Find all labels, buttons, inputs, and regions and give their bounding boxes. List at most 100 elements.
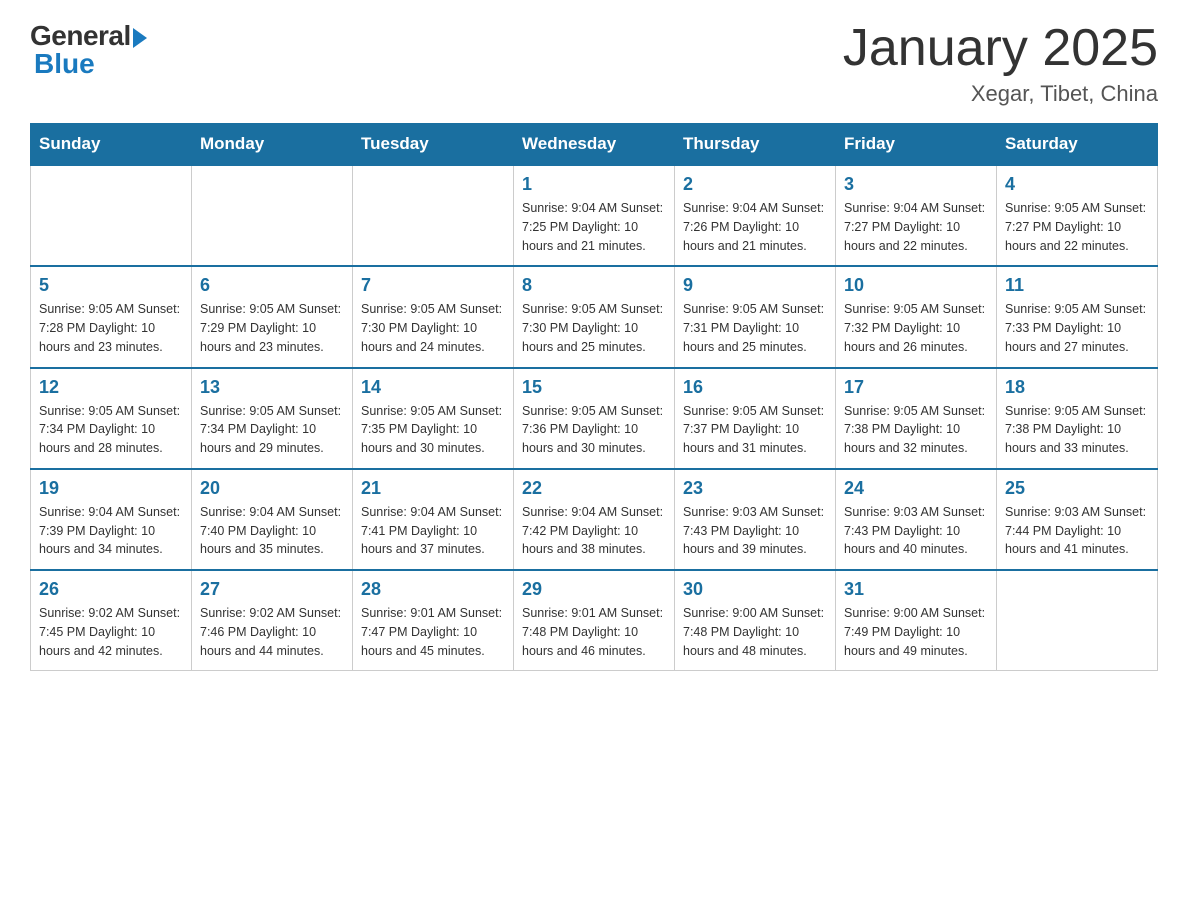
day-info: Sunrise: 9:01 AM Sunset: 7:47 PM Dayligh… [361,604,505,660]
day-number: 23 [683,478,827,499]
weekday-header-sunday: Sunday [31,124,192,166]
weekday-header-wednesday: Wednesday [514,124,675,166]
title-block: January 2025 Xegar, Tibet, China [843,20,1158,107]
calendar-cell: 22 Sunrise: 9:04 AM Sunset: 7:42 PM Dayli… [514,469,675,570]
day-number: 7 [361,275,505,296]
logo: General Blue [30,20,147,80]
calendar-cell: 13 Sunrise: 9:05 AM Sunset: 7:34 PM Dayli… [192,368,353,469]
day-number: 10 [844,275,988,296]
calendar-cell: 9Sunrise: 9:05 AM Sunset: 7:31 PM Daylig… [675,266,836,367]
calendar-cell: 28Sunrise: 9:01 AM Sunset: 7:47 PM Dayli… [353,570,514,671]
day-info: Sunrise: 9:05 AM Sunset: 7:37 PM Dayligh… [683,402,827,458]
day-info: Sunrise: 9:05 AM Sunset: 7:28 PM Dayligh… [39,300,183,356]
day-info: Sunrise: 9:04 AM Sunset: 7:39 PM Dayligh… [39,503,183,559]
calendar-cell: 4 Sunrise: 9:05 AM Sunset: 7:27 PM Daylig… [997,165,1158,266]
calendar-week-row: 12Sunrise: 9:05 AM Sunset: 7:34 PM Dayli… [31,368,1158,469]
day-number: 24 [844,478,988,499]
day-info: Sunrise: 9:04 AM Sunset: 7:41 PM Dayligh… [361,503,505,559]
calendar-cell: 20 Sunrise: 9:04 AM Sunset: 7:40 PM Dayli… [192,469,353,570]
day-info: Sunrise: 9:03 AM Sunset: 7:44 PM Dayligh… [1005,503,1149,559]
calendar-cell: 5 Sunrise: 9:05 AM Sunset: 7:28 PM Daylig… [31,266,192,367]
calendar-table: SundayMondayTuesdayWednesdayThursdayFrid… [30,123,1158,671]
calendar-week-row: 19 Sunrise: 9:04 AM Sunset: 7:39 PM Dayli… [31,469,1158,570]
calendar-cell: 23Sunrise: 9:03 AM Sunset: 7:43 PM Dayli… [675,469,836,570]
weekday-header-saturday: Saturday [997,124,1158,166]
day-number: 26 [39,579,183,600]
calendar-cell [997,570,1158,671]
day-number: 29 [522,579,666,600]
calendar-cell: 15Sunrise: 9:05 AM Sunset: 7:36 PM Dayli… [514,368,675,469]
day-info: Sunrise: 9:05 AM Sunset: 7:32 PM Dayligh… [844,300,988,356]
calendar-cell [192,165,353,266]
calendar-cell: 26 Sunrise: 9:02 AM Sunset: 7:45 PM Dayli… [31,570,192,671]
day-number: 1 [522,174,666,195]
day-info: Sunrise: 9:05 AM Sunset: 7:38 PM Dayligh… [844,402,988,458]
day-number: 9 [683,275,827,296]
page-header: General Blue January 2025 Xegar, Tibet, … [30,20,1158,107]
day-number: 6 [200,275,344,296]
day-info: Sunrise: 9:05 AM Sunset: 7:30 PM Dayligh… [522,300,666,356]
day-info: Sunrise: 9:05 AM Sunset: 7:38 PM Dayligh… [1005,402,1149,458]
day-number: 20 [200,478,344,499]
day-info: Sunrise: 9:00 AM Sunset: 7:48 PM Dayligh… [683,604,827,660]
day-number: 16 [683,377,827,398]
calendar-cell [31,165,192,266]
day-number: 27 [200,579,344,600]
weekday-header-tuesday: Tuesday [353,124,514,166]
calendar-cell: 6 Sunrise: 9:05 AM Sunset: 7:29 PM Daylig… [192,266,353,367]
day-info: Sunrise: 9:05 AM Sunset: 7:34 PM Dayligh… [200,402,344,458]
day-info: Sunrise: 9:05 AM Sunset: 7:30 PM Dayligh… [361,300,505,356]
day-number: 21 [361,478,505,499]
calendar-cell: 2 Sunrise: 9:04 AM Sunset: 7:26 PM Daylig… [675,165,836,266]
day-number: 17 [844,377,988,398]
day-info: Sunrise: 9:05 AM Sunset: 7:33 PM Dayligh… [1005,300,1149,356]
day-number: 4 [1005,174,1149,195]
calendar-cell: 12Sunrise: 9:05 AM Sunset: 7:34 PM Dayli… [31,368,192,469]
day-info: Sunrise: 9:02 AM Sunset: 7:46 PM Dayligh… [200,604,344,660]
day-info: Sunrise: 9:04 AM Sunset: 7:25 PM Dayligh… [522,199,666,255]
day-number: 25 [1005,478,1149,499]
day-info: Sunrise: 9:05 AM Sunset: 7:27 PM Dayligh… [1005,199,1149,255]
calendar-week-row: 26 Sunrise: 9:02 AM Sunset: 7:45 PM Dayli… [31,570,1158,671]
day-number: 18 [1005,377,1149,398]
day-info: Sunrise: 9:04 AM Sunset: 7:40 PM Dayligh… [200,503,344,559]
day-number: 31 [844,579,988,600]
day-info: Sunrise: 9:05 AM Sunset: 7:29 PM Dayligh… [200,300,344,356]
main-title: January 2025 [843,20,1158,77]
calendar-cell: 10 Sunrise: 9:05 AM Sunset: 7:32 PM Dayli… [836,266,997,367]
day-info: Sunrise: 9:04 AM Sunset: 7:26 PM Dayligh… [683,199,827,255]
day-info: Sunrise: 9:05 AM Sunset: 7:35 PM Dayligh… [361,402,505,458]
logo-blue-text: Blue [30,48,95,80]
day-number: 13 [200,377,344,398]
day-info: Sunrise: 9:00 AM Sunset: 7:49 PM Dayligh… [844,604,988,660]
calendar-cell: 8 Sunrise: 9:05 AM Sunset: 7:30 PM Daylig… [514,266,675,367]
day-number: 19 [39,478,183,499]
day-info: Sunrise: 9:05 AM Sunset: 7:34 PM Dayligh… [39,402,183,458]
day-number: 5 [39,275,183,296]
day-info: Sunrise: 9:04 AM Sunset: 7:42 PM Dayligh… [522,503,666,559]
day-info: Sunrise: 9:01 AM Sunset: 7:48 PM Dayligh… [522,604,666,660]
day-number: 8 [522,275,666,296]
calendar-cell: 3Sunrise: 9:04 AM Sunset: 7:27 PM Daylig… [836,165,997,266]
calendar-cell: 18 Sunrise: 9:05 AM Sunset: 7:38 PM Dayli… [997,368,1158,469]
day-number: 2 [683,174,827,195]
calendar-cell: 7 Sunrise: 9:05 AM Sunset: 7:30 PM Daylig… [353,266,514,367]
calendar-cell: 11Sunrise: 9:05 AM Sunset: 7:33 PM Dayli… [997,266,1158,367]
weekday-header-row: SundayMondayTuesdayWednesdayThursdayFrid… [31,124,1158,166]
calendar-cell: 1 Sunrise: 9:04 AM Sunset: 7:25 PM Daylig… [514,165,675,266]
calendar-cell: 24 Sunrise: 9:03 AM Sunset: 7:43 PM Dayli… [836,469,997,570]
calendar-cell: 29 Sunrise: 9:01 AM Sunset: 7:48 PM Dayli… [514,570,675,671]
calendar-cell: 14 Sunrise: 9:05 AM Sunset: 7:35 PM Dayli… [353,368,514,469]
location-subtitle: Xegar, Tibet, China [843,81,1158,107]
day-info: Sunrise: 9:05 AM Sunset: 7:36 PM Dayligh… [522,402,666,458]
day-info: Sunrise: 9:03 AM Sunset: 7:43 PM Dayligh… [844,503,988,559]
calendar-week-row: 5 Sunrise: 9:05 AM Sunset: 7:28 PM Daylig… [31,266,1158,367]
calendar-cell: 21 Sunrise: 9:04 AM Sunset: 7:41 PM Dayli… [353,469,514,570]
day-number: 22 [522,478,666,499]
day-info: Sunrise: 9:02 AM Sunset: 7:45 PM Dayligh… [39,604,183,660]
calendar-cell [353,165,514,266]
day-number: 14 [361,377,505,398]
calendar-cell: 17 Sunrise: 9:05 AM Sunset: 7:38 PM Dayli… [836,368,997,469]
weekday-header-thursday: Thursday [675,124,836,166]
calendar-cell: 30Sunrise: 9:00 AM Sunset: 7:48 PM Dayli… [675,570,836,671]
